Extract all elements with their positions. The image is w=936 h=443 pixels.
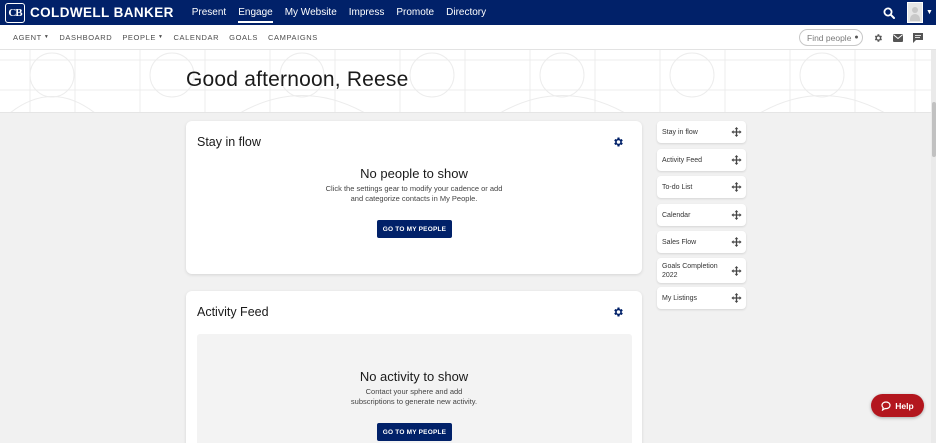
widget-label: Activity Feed <box>662 156 703 164</box>
widget-my-listings[interactable]: My Listings <box>657 287 746 309</box>
move-icon[interactable] <box>731 181 742 193</box>
help-button[interactable]: Help <box>871 394 924 417</box>
avatar[interactable] <box>907 2 923 23</box>
widget-to-do-list[interactable]: To-do List <box>657 176 746 198</box>
top-right-actions: ▼ <box>877 0 936 25</box>
go-to-my-people-button[interactable]: GO TO MY PEOPLE <box>377 423 452 441</box>
widget-calendar[interactable]: Calendar <box>657 204 746 226</box>
widget-activity-feed[interactable]: Activity Feed <box>657 149 746 171</box>
widget-label: To-do List <box>662 183 693 191</box>
subnav-campaigns[interactable]: CAMPAIGNS <box>268 33 318 42</box>
subnav-calendar[interactable]: CALENDAR <box>174 33 220 42</box>
subnav-goals-label: GOALS <box>229 32 259 42</box>
chat-bubble-icon <box>881 400 891 411</box>
gear-icon <box>614 307 623 317</box>
chevron-down-icon: ▼ <box>43 34 50 40</box>
activity-feed-settings[interactable] <box>612 305 624 317</box>
activity-feed-empty-line1: Contact your sphere and add <box>365 387 463 396</box>
mail-button[interactable] <box>888 29 908 46</box>
stay-in-flow-settings[interactable] <box>612 135 624 147</box>
subnav-campaigns-label: CAMPAIGNS <box>268 32 318 42</box>
chevron-down-icon: ▼ <box>157 34 164 40</box>
scrollbar-thumb[interactable] <box>932 102 936 157</box>
subnav-dashboard[interactable]: DASHBOARD <box>59 33 112 42</box>
chat-button[interactable] <box>908 29 928 46</box>
search-button[interactable] <box>877 0 901 25</box>
subnav-people-label: PEOPLE <box>122 32 156 42</box>
settings-button[interactable] <box>868 29 888 46</box>
secondary-navigation-bar: AGENT ▼ DASHBOARD PEOPLE ▼ CALENDAR GOAL… <box>0 25 936 50</box>
greeting-hero: Good afternoon, Reese <box>0 50 936 113</box>
widget-label: Stay in flow <box>662 128 698 136</box>
cb-logo-icon: CB <box>5 2 25 23</box>
widget-label: Calendar <box>662 211 691 219</box>
brand-logo[interactable]: CB COLDWELL BANKER <box>0 0 174 25</box>
nav-my-website[interactable]: My Website <box>285 0 337 25</box>
widget-label: My Listings <box>662 294 698 302</box>
activity-feed-empty-line2: subscriptions to generate new activity. <box>350 397 478 406</box>
search-icon <box>883 7 895 19</box>
nav-directory[interactable]: Directory <box>446 0 486 25</box>
stay-in-flow-empty-title: No people to show <box>360 166 468 181</box>
widget-stay-in-flow[interactable]: Stay in flow <box>657 121 746 143</box>
subnav-agent-label: AGENT <box>13 32 42 42</box>
stay-in-flow-card: Stay in flow No people to show Click the… <box>186 121 642 274</box>
nav-impress[interactable]: Impress <box>349 0 385 25</box>
top-navigation-bar: CB COLDWELL BANKER Present Engage My Web… <box>0 0 936 25</box>
nav-present[interactable]: Present <box>192 0 226 25</box>
go-to-my-people-button[interactable]: GO TO MY PEOPLE <box>377 220 452 238</box>
nav-engage[interactable]: Engage <box>238 0 274 25</box>
widget-goals-completion[interactable]: Goals Completion 2022 <box>657 258 746 283</box>
find-people-input[interactable]: Find people ● <box>799 29 863 46</box>
subnav-calendar-label: CALENDAR <box>173 32 220 42</box>
move-icon[interactable] <box>731 209 742 221</box>
page-scrollbar[interactable] <box>931 50 936 443</box>
subnav-agent[interactable]: AGENT ▼ <box>13 33 49 42</box>
widget-label: Goals Completion 2022 <box>662 262 718 279</box>
mail-icon <box>893 33 903 42</box>
stay-in-flow-title: Stay in flow <box>197 135 261 149</box>
main-nav: Present Engage My Website Impress Promot… <box>192 0 498 25</box>
person-icon: ● <box>854 34 859 41</box>
activity-feed-card: Activity Feed No activity to show Contac… <box>186 291 642 443</box>
widget-sales-flow[interactable]: Sales Flow <box>657 231 746 253</box>
subbar-actions: Find people ● <box>799 29 928 46</box>
subnav-dashboard-label: DASHBOARD <box>59 32 113 42</box>
gear-icon <box>614 137 623 147</box>
move-icon[interactable] <box>731 265 742 276</box>
gear-icon <box>874 33 882 42</box>
activity-feed-title: Activity Feed <box>197 305 269 319</box>
subnav-goals[interactable]: GOALS <box>229 33 258 42</box>
chat-icon <box>913 32 923 43</box>
greeting-title: Good afternoon, Reese <box>186 68 409 91</box>
nav-promote[interactable]: Promote <box>396 0 434 25</box>
move-icon[interactable] <box>731 126 742 138</box>
activity-feed-empty-title: No activity to show <box>359 369 469 384</box>
caret-down-icon[interactable]: ▼ <box>926 9 936 16</box>
hero-background-pattern <box>0 50 936 112</box>
subnav-people[interactable]: PEOPLE ▼ <box>122 33 163 42</box>
move-icon[interactable] <box>731 292 742 304</box>
stay-in-flow-empty-line1: Click the settings gear to modify your c… <box>325 184 503 193</box>
find-people-placeholder: Find people <box>807 32 852 43</box>
widget-label: Sales Flow <box>662 238 697 246</box>
help-label: Help <box>895 400 914 411</box>
move-icon[interactable] <box>731 154 742 166</box>
move-icon[interactable] <box>731 236 742 248</box>
brand-name: COLDWELL BANKER <box>30 5 174 20</box>
stay-in-flow-empty-line2: and categorize contacts in My People. <box>350 194 478 203</box>
